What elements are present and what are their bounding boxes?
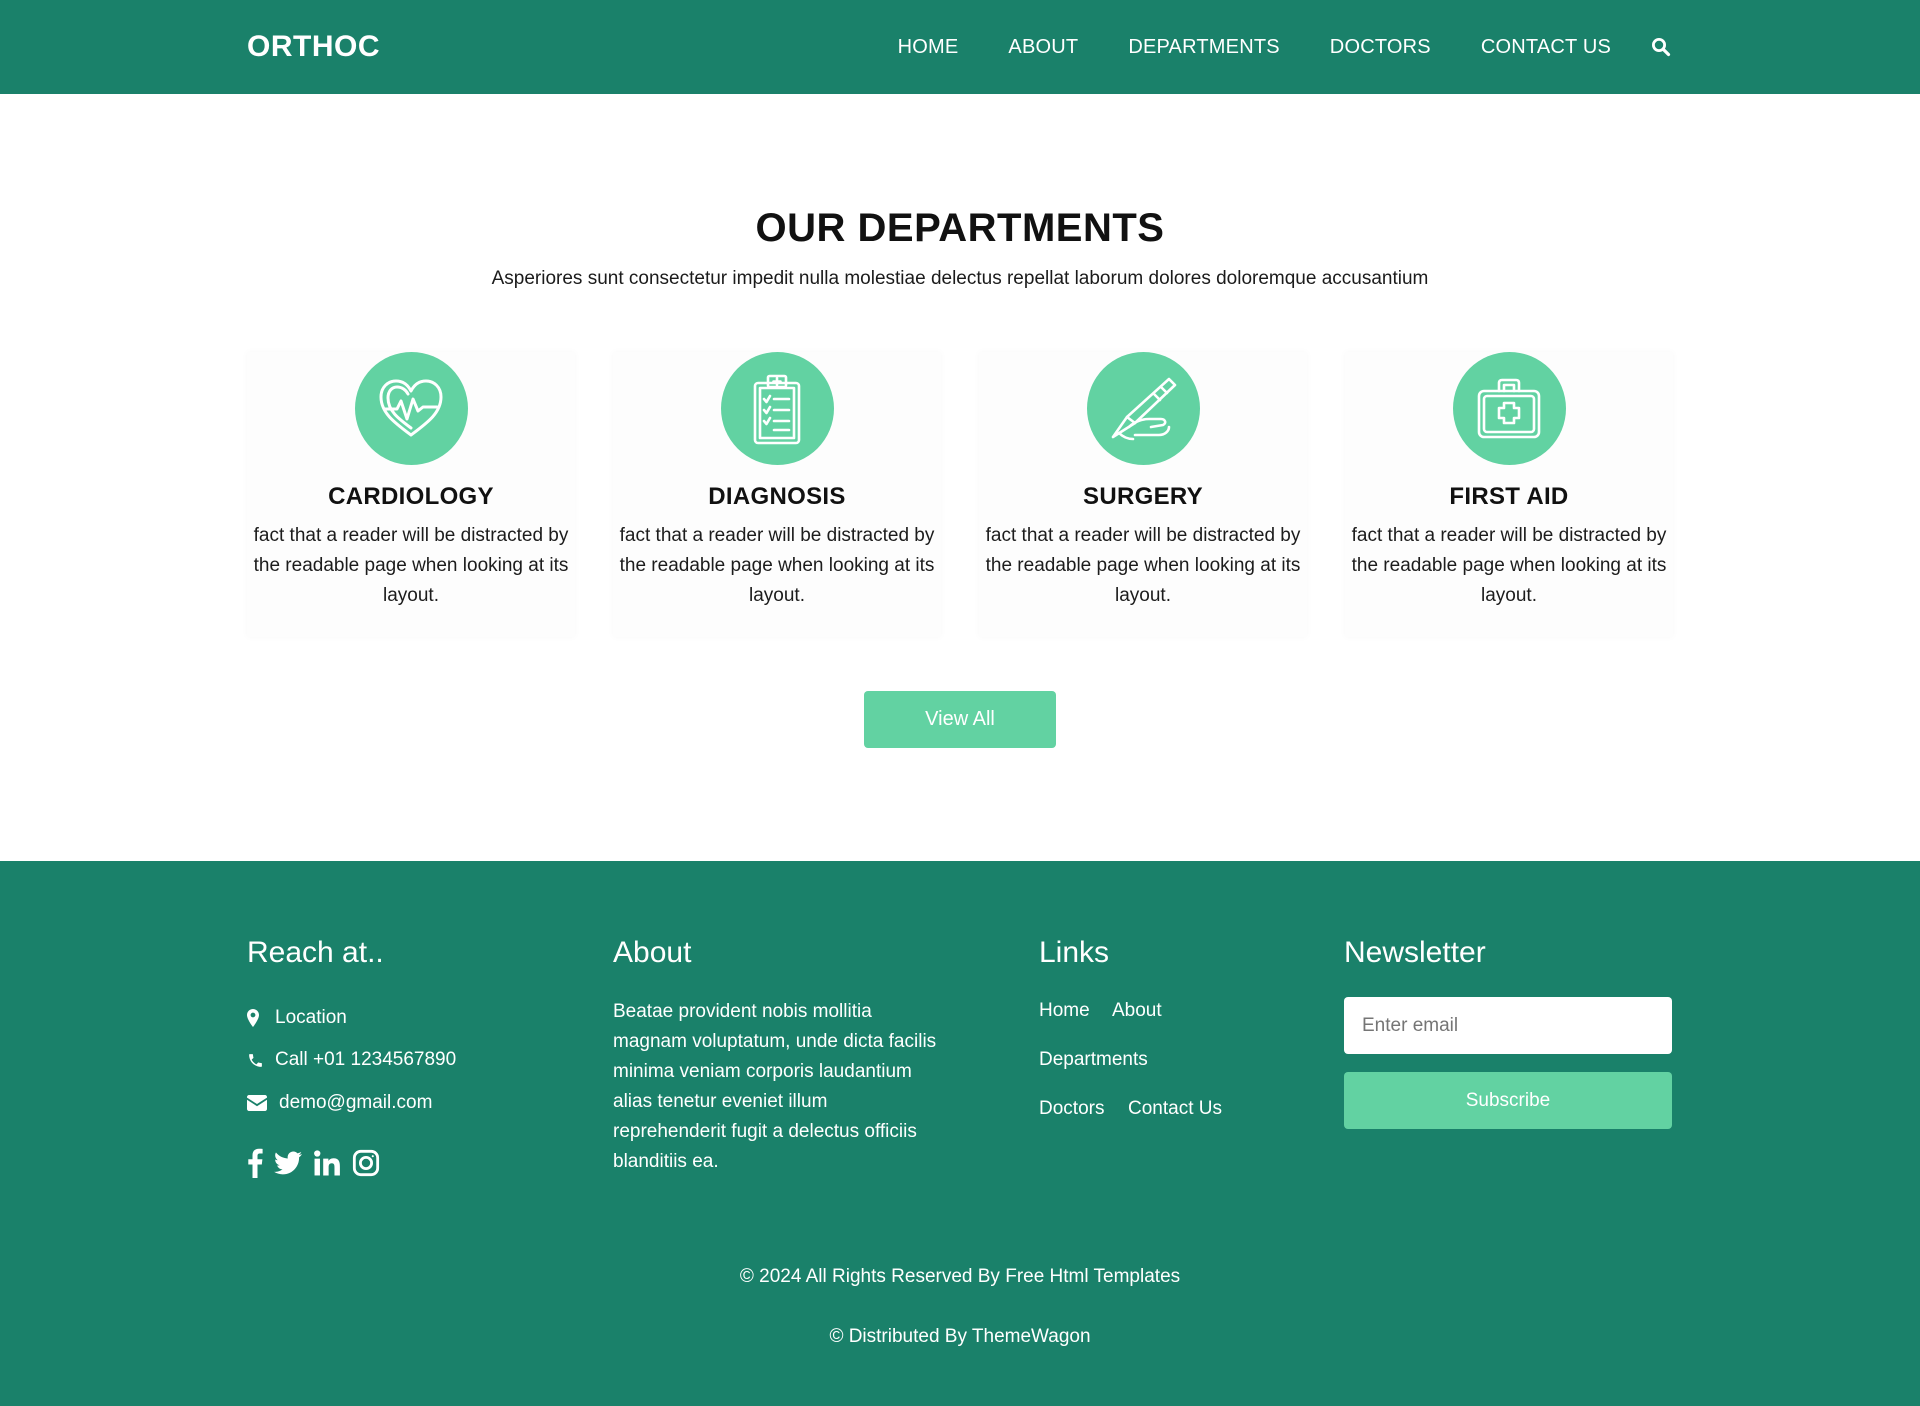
location-link[interactable]: Location bbox=[247, 1007, 347, 1029]
site-footer: Reach at.. Location Call +01 1234567890 … bbox=[0, 861, 1920, 1406]
main-nav: HOME ABOUT DEPARTMENTS DOCTORS CONTACT U… bbox=[898, 35, 1673, 59]
email-text: demo@gmail.com bbox=[279, 1092, 433, 1113]
clipboard-icon bbox=[720, 352, 834, 465]
instagram-icon[interactable] bbox=[352, 1149, 380, 1177]
about-title: About bbox=[613, 936, 692, 969]
nav-doctors[interactable]: DOCTORS bbox=[1330, 36, 1431, 59]
department-card-first-aid[interactable]: FIRST AID fact that a reader will be dis… bbox=[1345, 352, 1673, 637]
footer-link-departments[interactable]: Departments bbox=[1039, 1049, 1148, 1071]
phone-link[interactable]: Call +01 1234567890 bbox=[247, 1049, 456, 1071]
envelope-icon bbox=[247, 1095, 273, 1111]
card-title: CARDIOLOGY bbox=[328, 483, 494, 510]
card-title: DIAGNOSIS bbox=[708, 483, 846, 510]
map-marker-icon bbox=[247, 1009, 269, 1027]
nav-departments[interactable]: DEPARTMENTS bbox=[1128, 36, 1279, 59]
newsletter-title: Newsletter bbox=[1344, 936, 1486, 969]
view-all-button[interactable]: View All bbox=[864, 691, 1056, 748]
subscribe-button[interactable]: Subscribe bbox=[1344, 1072, 1672, 1129]
card-title: SURGERY bbox=[1083, 483, 1203, 510]
scalpel-icon bbox=[1086, 352, 1200, 465]
phone-text: Call +01 1234567890 bbox=[275, 1049, 457, 1070]
site-header: ORTHOC HOME ABOUT DEPARTMENTS DOCTORS CO… bbox=[0, 0, 1920, 94]
card-title: FIRST AID bbox=[1449, 483, 1569, 510]
location-text: Location bbox=[275, 1007, 347, 1028]
footer-link-contact-us[interactable]: Contact Us bbox=[1128, 1098, 1222, 1120]
department-card-surgery[interactable]: SURGERY fact that a reader will be distr… bbox=[979, 352, 1307, 637]
footer-link-home[interactable]: Home bbox=[1039, 1000, 1090, 1022]
departments-section: OUR DEPARTMENTS Asperiores sunt consecte… bbox=[0, 94, 1920, 861]
phone-icon bbox=[247, 1052, 269, 1069]
links-title: Links bbox=[1039, 936, 1110, 969]
facebook-icon[interactable] bbox=[247, 1148, 263, 1178]
card-text: fact that a reader will be distracted by… bbox=[619, 525, 935, 606]
reach-title: Reach at.. bbox=[247, 936, 384, 969]
nav-about[interactable]: ABOUT bbox=[1008, 36, 1078, 59]
linkedin-icon[interactable] bbox=[313, 1150, 341, 1176]
copyright-text: © 2024 All Rights Reserved By Free Html … bbox=[739, 1266, 1181, 1287]
section-title: OUR DEPARTMENTS bbox=[755, 206, 1165, 250]
department-cards: CARDIOLOGY fact that a reader will be di… bbox=[247, 352, 1673, 637]
card-text: fact that a reader will be distracted by… bbox=[253, 525, 569, 606]
heart-pulse-icon bbox=[354, 352, 468, 465]
social-links bbox=[247, 1148, 391, 1178]
department-card-diagnosis[interactable]: DIAGNOSIS fact that a reader will be dis… bbox=[613, 352, 941, 637]
nav-contact-us[interactable]: CONTACT US bbox=[1481, 36, 1611, 59]
nav-home[interactable]: HOME bbox=[898, 36, 959, 59]
distributed-text: © Distributed By ThemeWagon bbox=[829, 1326, 1091, 1347]
site-logo[interactable]: ORTHOC bbox=[247, 30, 380, 64]
about-text: Beatae provident nobis mollitia magnam v… bbox=[613, 1001, 937, 1172]
section-subtitle: Asperiores sunt consectetur impedit null… bbox=[491, 268, 1429, 289]
twitter-icon[interactable] bbox=[274, 1151, 302, 1175]
footer-link-about[interactable]: About bbox=[1112, 1000, 1162, 1022]
first-aid-kit-icon bbox=[1452, 352, 1566, 465]
search-icon[interactable] bbox=[1649, 35, 1673, 59]
card-text: fact that a reader will be distracted by… bbox=[1351, 525, 1667, 606]
email-link[interactable]: demo@gmail.com bbox=[247, 1092, 432, 1114]
email-field[interactable] bbox=[1344, 997, 1672, 1054]
card-text: fact that a reader will be distracted by… bbox=[985, 525, 1301, 606]
department-card-cardiology[interactable]: CARDIOLOGY fact that a reader will be di… bbox=[247, 352, 575, 637]
footer-link-doctors[interactable]: Doctors bbox=[1039, 1098, 1104, 1120]
